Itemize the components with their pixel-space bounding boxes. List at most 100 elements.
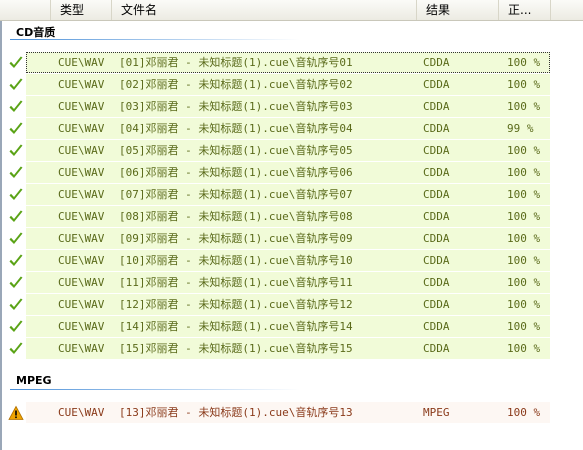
checkmark-icon	[9, 122, 23, 134]
result-cell: CDDA	[423, 56, 450, 69]
filename-cell: [01]邓丽君 - 未知标题(1).cue\音轨序号01	[119, 56, 353, 69]
accuracy-cell: 100 %	[507, 254, 541, 267]
table-row[interactable]: CUE\WAV [14]邓丽君 - 未知标题(1).cue\音轨序号14 CDDA 1…	[0, 316, 583, 338]
table-row[interactable]: CUE\WAV [06]邓丽君 - 未知标题(1).cue\音轨序号06 CDDA 1…	[0, 162, 583, 184]
type-cell: CUE\WAV	[58, 56, 105, 69]
filename-cell: [07]邓丽君 - 未知标题(1).cue\音轨序号07	[119, 188, 353, 201]
type-cell: CUE\WAV	[58, 78, 105, 91]
filename-cell: [02]邓丽君 - 未知标题(1).cue\音轨序号02	[119, 78, 353, 91]
filename-cell: [13]邓丽君 - 未知标题(1).cue\音轨序号13	[119, 406, 353, 419]
table-row[interactable]: CUE\WAV [10]邓丽君 - 未知标题(1).cue\音轨序号10 CDDA 1…	[0, 250, 583, 272]
table-row[interactable]: CUE\WAV [07]邓丽君 - 未知标题(1).cue\音轨序号07 CDDA 1…	[0, 184, 583, 206]
type-cell: CUE\WAV	[58, 298, 105, 311]
accuracy-cell: 100 %	[507, 210, 541, 223]
column-header-filler	[550, 0, 583, 20]
result-cell: CDDA	[423, 122, 450, 135]
result-cell: CDDA	[423, 100, 450, 113]
table-row[interactable]: CUE\WAV [01]邓丽君 - 未知标题(1).cue\音轨序号01 CDDA 1…	[0, 52, 583, 74]
type-cell: CUE\WAV	[58, 406, 105, 419]
checkmark-icon	[9, 276, 23, 288]
result-cell: CDDA	[423, 276, 450, 289]
type-cell: CUE\WAV	[58, 188, 105, 201]
table-row[interactable]: CUE\WAV [13]邓丽君 - 未知标题(1).cue\音轨序号13 MPEG 1…	[0, 402, 583, 424]
column-header-result[interactable]: 结果	[416, 0, 498, 20]
checkmark-icon	[9, 188, 23, 200]
filename-cell: [15]邓丽君 - 未知标题(1).cue\音轨序号15	[119, 342, 353, 355]
accuracy-cell: 100 %	[507, 144, 541, 157]
group-header-label: MPEG	[16, 374, 52, 387]
accuracy-cell: 100 %	[507, 320, 541, 333]
filename-cell: [05]邓丽君 - 未知标题(1).cue\音轨序号05	[119, 144, 353, 157]
filename-cell: [10]邓丽君 - 未知标题(1).cue\音轨序号10	[119, 254, 353, 267]
column-header-accuracy[interactable]: 正...	[498, 0, 550, 20]
group-header-label: CD音质	[16, 26, 56, 39]
filename-cell: [14]邓丽君 - 未知标题(1).cue\音轨序号14	[119, 320, 353, 333]
table-row[interactable]: CUE\WAV [12]邓丽君 - 未知标题(1).cue\音轨序号12 CDDA 1…	[0, 294, 583, 316]
result-cell: CDDA	[423, 254, 450, 267]
result-cell: CDDA	[423, 298, 450, 311]
list-header: 类型 文件名 结果 正...	[0, 0, 583, 21]
result-cell: CDDA	[423, 188, 450, 201]
table-row[interactable]: CUE\WAV [09]邓丽君 - 未知标题(1).cue\音轨序号09 CDDA 1…	[0, 228, 583, 250]
column-header-blank[interactable]	[0, 0, 50, 20]
result-cell: CDDA	[423, 210, 450, 223]
filename-cell: [03]邓丽君 - 未知标题(1).cue\音轨序号03	[119, 100, 353, 113]
table-row[interactable]: CUE\WAV [05]邓丽君 - 未知标题(1).cue\音轨序号05 CDDA 1…	[0, 140, 583, 162]
type-cell: CUE\WAV	[58, 232, 105, 245]
result-cell: MPEG	[423, 406, 450, 419]
warning-triangle-icon	[8, 405, 24, 420]
result-cell: CDDA	[423, 320, 450, 333]
filename-cell: [11]邓丽君 - 未知标题(1).cue\音轨序号11	[119, 276, 353, 289]
type-cell: CUE\WAV	[58, 342, 105, 355]
group-divider	[10, 39, 300, 40]
accuracy-cell: 100 %	[507, 342, 541, 355]
checkmark-icon	[9, 254, 23, 266]
type-cell: CUE\WAV	[58, 122, 105, 135]
type-cell: CUE\WAV	[58, 100, 105, 113]
result-cell: CDDA	[423, 144, 450, 157]
filename-cell: [12]邓丽君 - 未知标题(1).cue\音轨序号12	[119, 298, 353, 311]
accuracy-cell: 99 %	[507, 122, 534, 135]
accuracy-cell: 100 %	[507, 166, 541, 179]
accuracy-cell: 100 %	[507, 276, 541, 289]
filename-cell: [08]邓丽君 - 未知标题(1).cue\音轨序号08	[119, 210, 353, 223]
table-row[interactable]: CUE\WAV [11]邓丽君 - 未知标题(1).cue\音轨序号11 CDDA 1…	[0, 272, 583, 294]
column-header-filename[interactable]: 文件名	[111, 0, 416, 20]
type-cell: CUE\WAV	[58, 144, 105, 157]
checkmark-icon	[9, 232, 23, 244]
type-cell: CUE\WAV	[58, 166, 105, 179]
table-row[interactable]: CUE\WAV [08]邓丽君 - 未知标题(1).cue\音轨序号08 CDDA 1…	[0, 206, 583, 228]
checkmark-icon	[9, 166, 23, 178]
accuracy-cell: 100 %	[507, 232, 541, 245]
accuracy-cell: 100 %	[507, 188, 541, 201]
filename-cell: [06]邓丽君 - 未知标题(1).cue\音轨序号06	[119, 166, 353, 179]
result-cell: CDDA	[423, 166, 450, 179]
accuracy-cell: 100 %	[507, 100, 541, 113]
accuracy-cell: 100 %	[507, 298, 541, 311]
accuracy-cell: 100 %	[507, 78, 541, 91]
checkmark-icon	[9, 210, 23, 222]
result-cell: CDDA	[423, 78, 450, 91]
group-divider	[10, 389, 300, 390]
checkmark-icon	[9, 342, 23, 354]
filename-cell: [04]邓丽君 - 未知标题(1).cue\音轨序号04	[119, 122, 353, 135]
type-cell: CUE\WAV	[58, 254, 105, 267]
accuracy-cell: 100 %	[507, 406, 541, 419]
accuracy-cell: 100 %	[507, 56, 541, 69]
type-cell: CUE\WAV	[58, 276, 105, 289]
column-header-type[interactable]: 类型	[50, 0, 111, 20]
table-row[interactable]: CUE\WAV [15]邓丽君 - 未知标题(1).cue\音轨序号15 CDDA 1…	[0, 338, 583, 360]
checkmark-icon	[9, 144, 23, 156]
type-cell: CUE\WAV	[58, 210, 105, 223]
result-cell: CDDA	[423, 342, 450, 355]
checkmark-icon	[9, 100, 23, 112]
table-row[interactable]: CUE\WAV [03]邓丽君 - 未知标题(1).cue\音轨序号03 CDDA 1…	[0, 96, 583, 118]
type-cell: CUE\WAV	[58, 320, 105, 333]
checkmark-icon	[9, 56, 23, 68]
filename-cell: [09]邓丽君 - 未知标题(1).cue\音轨序号09	[119, 232, 353, 245]
checkmark-icon	[9, 78, 23, 90]
checkmark-icon	[9, 320, 23, 332]
result-cell: CDDA	[423, 232, 450, 245]
table-row[interactable]: CUE\WAV [02]邓丽君 - 未知标题(1).cue\音轨序号02 CDDA 1…	[0, 74, 583, 96]
table-row[interactable]: CUE\WAV [04]邓丽君 - 未知标题(1).cue\音轨序号04 CDDA 9…	[0, 118, 583, 140]
